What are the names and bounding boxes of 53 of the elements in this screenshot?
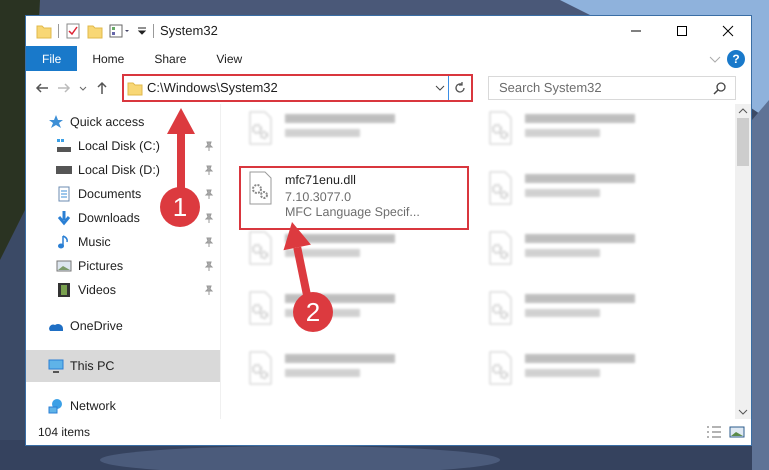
sidebar-item[interactable]: Documents [26, 182, 150, 206]
file-tile[interactable]: mfc71enu.dll 7.10.3077.0 MFC Language Specif... [241, 168, 467, 228]
item-count: 104 items [38, 424, 90, 441]
search-box[interactable]: Search System32 [488, 76, 736, 100]
pin-icon[interactable] [204, 165, 214, 175]
network-icon [48, 398, 64, 414]
maximize-icon[interactable] [676, 25, 688, 37]
search-field[interactable]: Search System32 [497, 76, 713, 98]
step-number-badge: 2 [293, 292, 333, 332]
sidebar-item[interactable]: Local Disk (D:) [26, 158, 168, 182]
step-number-badge: 1 [160, 187, 200, 227]
folder-icon [127, 80, 143, 96]
pin-icon[interactable] [204, 237, 214, 247]
address-bar[interactable]: C:\Windows\System32 [122, 74, 473, 102]
properties-icon[interactable] [65, 23, 81, 39]
pin-icon[interactable] [204, 285, 214, 295]
pin-icon[interactable] [204, 189, 214, 199]
download-arrow-icon [56, 210, 72, 226]
sidebar-item[interactable]: OneDrive [26, 310, 131, 342]
close-icon[interactable] [722, 25, 734, 37]
ribbon-tab[interactable]: Home [77, 46, 140, 71]
document-icon [56, 186, 72, 202]
file-detail: 7.10.3077.0 [285, 190, 352, 206]
sidebar-item[interactable]: Local Disk (C:) [26, 134, 168, 158]
ribbon-tab[interactable]: View [201, 46, 258, 71]
pin-icon[interactable] [204, 261, 214, 271]
help-button[interactable]: ? [727, 50, 745, 68]
sidebar-item[interactable]: Downloads [26, 206, 148, 230]
star-icon [48, 114, 64, 130]
picture-icon [56, 258, 72, 274]
view-options-icon[interactable] [109, 23, 131, 39]
scrollbar[interactable] [735, 104, 751, 419]
pin-icon[interactable] [204, 141, 214, 151]
drive-icon [56, 138, 72, 154]
address-path: C:\Windows\System32 [146, 78, 279, 97]
film-icon [56, 282, 72, 298]
tiles-view-icon[interactable] [729, 425, 745, 439]
file-name: mfc71enu.dll [285, 172, 357, 189]
file-detail: MFC Language Specif... [285, 205, 420, 221]
sidebar-item[interactable]: This PC [26, 350, 220, 382]
details-view-icon[interactable] [705, 425, 723, 439]
sidebar-item[interactable]: Pictures [26, 254, 132, 278]
sidebar-item[interactable]: Network [26, 390, 124, 422]
ribbon-tab[interactable]: File [26, 46, 78, 71]
pin-icon[interactable] [204, 213, 214, 223]
scroll-thumb[interactable] [737, 118, 749, 166]
ribbon-tab[interactable]: Share [139, 46, 202, 71]
search-icon[interactable] [713, 80, 727, 94]
monitor-icon [48, 358, 64, 374]
window-title: System32 [160, 22, 218, 40]
sidebar-item[interactable]: Videos [26, 278, 124, 302]
sidebar-item[interactable]: Music [26, 230, 119, 254]
sidebar-item[interactable]: Quick access [26, 110, 152, 134]
